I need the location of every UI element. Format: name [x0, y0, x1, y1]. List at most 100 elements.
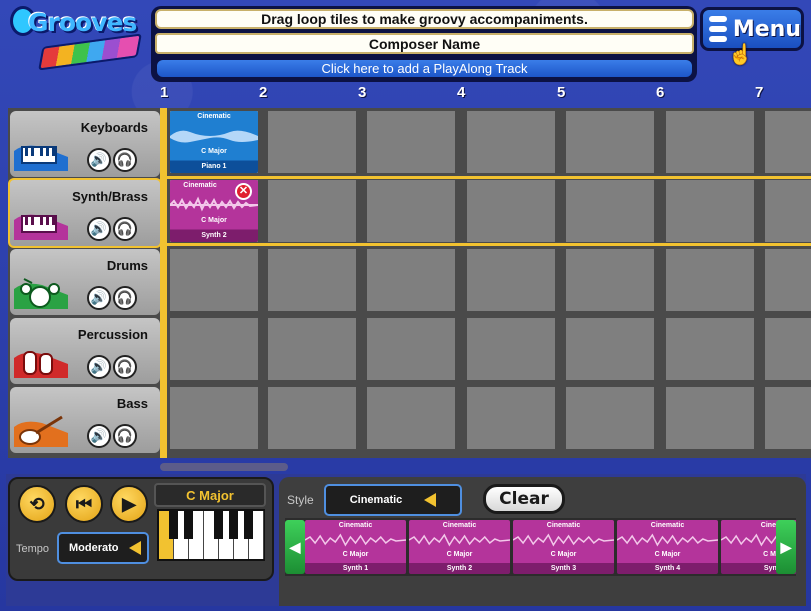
- tempo-select[interactable]: Moderato: [57, 532, 149, 564]
- scroll-right-button[interactable]: ▶: [776, 520, 796, 574]
- grid-cell[interactable]: [765, 249, 811, 311]
- grid-cell[interactable]: [170, 387, 258, 449]
- instrument-name: Percussion: [77, 327, 148, 342]
- black-key[interactable]: [244, 511, 253, 539]
- remove-tile-icon[interactable]: ✕: [235, 183, 252, 200]
- mute-speaker-icon[interactable]: 🔊: [87, 424, 111, 448]
- solo-headphone-icon[interactable]: 🎧: [113, 148, 137, 172]
- instrument-track-percussion[interactable]: Percussion 🔊 🎧: [10, 318, 160, 384]
- black-key[interactable]: [169, 511, 178, 539]
- scroll-left-button[interactable]: ◀: [285, 520, 305, 574]
- loop-button[interactable]: ⟲: [18, 485, 56, 523]
- tile-style: Cinematic: [197, 113, 231, 120]
- clear-button[interactable]: Clear: [483, 484, 565, 514]
- grid-cell[interactable]: [268, 318, 356, 380]
- mute-speaker-icon[interactable]: 🔊: [87, 148, 111, 172]
- black-key[interactable]: [229, 511, 238, 539]
- hamburger-icon: [709, 16, 727, 42]
- grid-cell[interactable]: [765, 111, 811, 173]
- arrow-right-icon: ▶: [780, 538, 792, 555]
- tile-style: Cinematic: [338, 522, 373, 529]
- rewind-button[interactable]: ⏮: [65, 485, 103, 523]
- grid-cell[interactable]: [765, 180, 811, 242]
- grid-cell[interactable]: [467, 249, 555, 311]
- grid-cell[interactable]: [566, 180, 654, 242]
- style-value: Cinematic: [349, 494, 403, 506]
- waveform-icon: [409, 533, 510, 547]
- tile-style: Cinematic: [183, 182, 217, 189]
- library-loop-tile[interactable]: Cinematic C Major Synth 2: [409, 520, 510, 574]
- horizontal-scrollbar[interactable]: [160, 463, 288, 471]
- mute-speaker-icon[interactable]: 🔊: [87, 355, 111, 379]
- grid-cell[interactable]: [666, 387, 754, 449]
- grid-cell[interactable]: [268, 111, 356, 173]
- mute-speaker-icon[interactable]: 🔊: [87, 286, 111, 310]
- black-key[interactable]: [184, 511, 193, 539]
- solo-headphone-icon[interactable]: 🎧: [113, 355, 137, 379]
- column-number: 7: [755, 84, 764, 101]
- grid-cell[interactable]: [765, 387, 811, 449]
- grid-cell[interactable]: [566, 249, 654, 311]
- library-loop-tile[interactable]: Cinematic C Major Synth 4: [617, 520, 718, 574]
- grid-cell[interactable]: [367, 180, 455, 242]
- grid-cell[interactable]: [666, 180, 754, 242]
- tempo-value: Moderato: [69, 542, 119, 554]
- library-loop-tile[interactable]: Cinematic C Major Synth 3: [513, 520, 614, 574]
- instrument-name: Synth/Brass: [72, 189, 148, 204]
- grid-cell[interactable]: [268, 180, 356, 242]
- column-number: 4: [457, 84, 466, 101]
- tempo-label: Tempo: [16, 543, 50, 555]
- grid-cell[interactable]: [467, 180, 555, 242]
- grid-cell[interactable]: [170, 318, 258, 380]
- grid-cell[interactable]: [467, 387, 555, 449]
- tile-style: Cinematic: [546, 522, 581, 529]
- play-button[interactable]: ▶: [110, 485, 148, 523]
- mute-speaker-icon[interactable]: 🔊: [87, 217, 111, 241]
- instrument-track-bass[interactable]: Bass 🔊 🎧: [10, 387, 160, 453]
- solo-headphone-icon[interactable]: 🎧: [113, 217, 137, 241]
- composer-name-field[interactable]: Composer Name: [155, 33, 694, 54]
- grid-cell[interactable]: [268, 249, 356, 311]
- grid-cell[interactable]: [367, 111, 455, 173]
- grid-cell[interactable]: [566, 318, 654, 380]
- instrument-name: Drums: [106, 258, 148, 273]
- placed-loop-tile-keyboards[interactable]: Cinematic C Major Piano 1: [170, 111, 258, 173]
- instrument-track-keyboards[interactable]: Keyboards 🔊 🎧: [10, 111, 160, 177]
- grid-cell[interactable]: [367, 318, 455, 380]
- grid-cell[interactable]: [666, 318, 754, 380]
- add-playalong-button[interactable]: Click here to add a PlayAlong Track: [155, 58, 694, 79]
- key-selector-keyboard[interactable]: [157, 509, 265, 561]
- instrument-track-synth-brass[interactable]: Synth/Brass 🔊 🎧: [8, 178, 162, 248]
- column-number: 6: [656, 84, 665, 101]
- column-number: 3: [358, 84, 367, 101]
- style-select[interactable]: Cinematic: [324, 484, 462, 516]
- solo-headphone-icon[interactable]: 🎧: [113, 286, 137, 310]
- grid-cell[interactable]: [467, 318, 555, 380]
- tile-instrument: Piano 1: [201, 163, 227, 170]
- tile-key: C Major: [201, 217, 227, 224]
- style-label: Style: [287, 493, 314, 507]
- tile-key: C Major: [550, 551, 577, 558]
- grid-cell[interactable]: [367, 387, 455, 449]
- grid-cell[interactable]: [467, 111, 555, 173]
- instrument-track-drums[interactable]: Drums 🔊 🎧: [10, 249, 160, 315]
- grid-cell[interactable]: [367, 249, 455, 311]
- logo-text: Grooves: [28, 8, 137, 37]
- grid-cell[interactable]: [666, 111, 754, 173]
- black-key[interactable]: [214, 511, 223, 539]
- solo-headphone-icon[interactable]: 🎧: [113, 424, 137, 448]
- hand-cursor-icon: ☝: [728, 44, 753, 66]
- loop-icon: ⟲: [29, 493, 45, 514]
- grid-cell[interactable]: [566, 387, 654, 449]
- waveform-icon: [617, 533, 718, 547]
- grid-cell[interactable]: [666, 249, 754, 311]
- grid-cell[interactable]: [765, 318, 811, 380]
- selected-row-bottom-line: [167, 243, 811, 246]
- library-loop-tile[interactable]: Cinematic C Major Synth 1: [305, 520, 406, 574]
- grid-cell[interactable]: [566, 111, 654, 173]
- grid-cell[interactable]: [268, 387, 356, 449]
- placed-loop-tile-synth[interactable]: Cinematic C Major Synth 2 ✕: [170, 180, 258, 242]
- waveform-icon: [305, 533, 406, 547]
- playhead-bar[interactable]: [160, 108, 167, 458]
- grid-cell[interactable]: [170, 249, 258, 311]
